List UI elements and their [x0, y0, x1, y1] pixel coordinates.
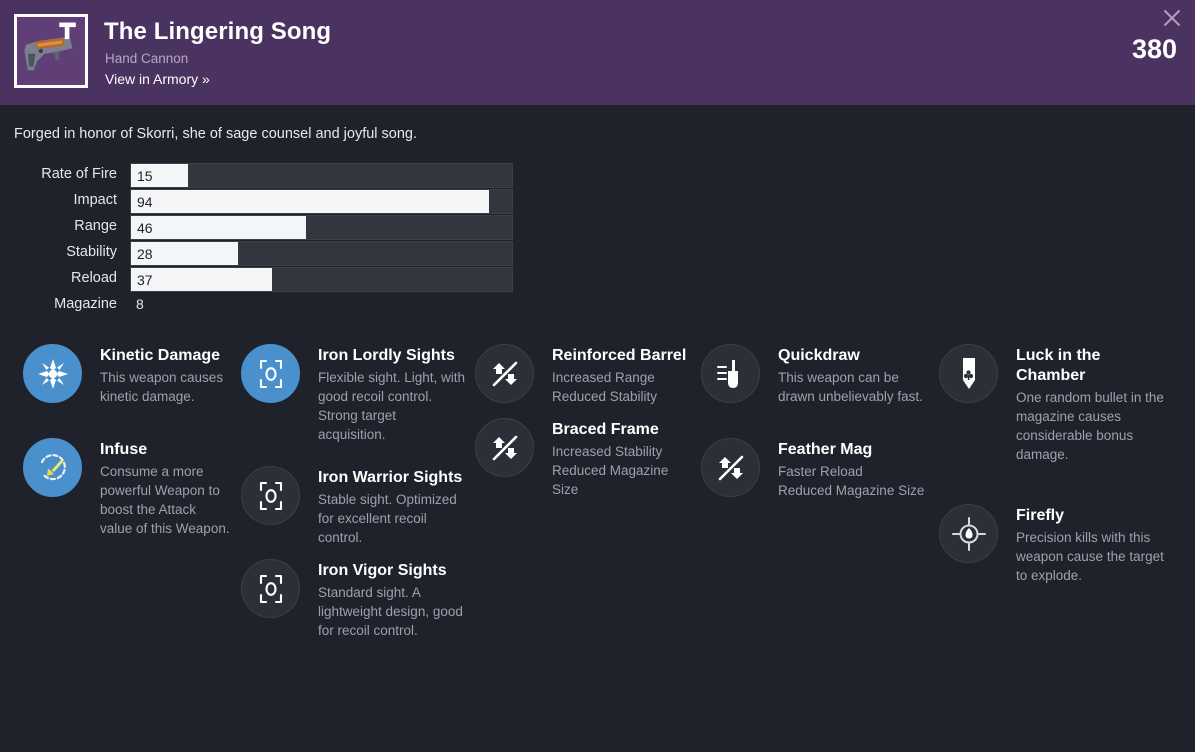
perk-text: Kinetic Damage This weapon causes kinetic… [100, 344, 232, 406]
firefly-icon[interactable] [939, 504, 998, 563]
item-header: The Lingering Song Hand Cannon View in A… [0, 0, 1195, 105]
stat-row: Magazine 8 [0, 293, 560, 319]
stat-bar-fill [131, 190, 490, 213]
perk-item[interactable]: Iron Vigor Sights Standard sight. A light… [241, 559, 467, 640]
tradeoff-icon[interactable] [701, 438, 760, 497]
perk-description: Stable sight. Optimized for excellent re… [318, 492, 457, 545]
perk-item[interactable]: Firefly Precision kills with this weapon … [939, 504, 1170, 585]
stat-value: 15 [137, 168, 153, 184]
perk-name: Firefly [1016, 507, 1065, 524]
perk-name: Reinforced Barrel [552, 347, 687, 364]
stat-value: 94 [137, 194, 153, 210]
luck-bullet-icon[interactable] [939, 344, 998, 403]
stat-label: Range [74, 218, 117, 234]
perk-description: This weapon causes kinetic damage. [100, 370, 224, 404]
perk-description: This weapon can be drawn unbelievably fa… [778, 370, 923, 404]
perk-column: Kinetic Damage This weapon causes kinetic… [0, 344, 232, 744]
perk-description: Flexible sight. Light, with good recoil … [318, 370, 466, 442]
stat-list: Rate of Fire 15 Impact 94 Range 46 Stability 28… [0, 163, 560, 319]
stat-bar-track: 15 [130, 163, 513, 188]
stat-value: 37 [137, 272, 153, 288]
page-title: The Lingering Song [104, 18, 332, 45]
perk-description: Precision kills with this weapon cause t… [1016, 530, 1164, 583]
stat-label: Rate of Fire [41, 166, 117, 182]
stat-row: Stability 28 [0, 241, 560, 267]
perk-name: Infuse [100, 441, 148, 458]
perk-name: Luck in the Chamber [1016, 347, 1101, 384]
hand-cannon-icon [14, 14, 88, 88]
stat-bar-track: 28 [130, 241, 513, 266]
perk-grid: Kinetic Damage This weapon causes kinetic… [0, 344, 1195, 744]
perk-column: Quickdraw This weapon can be drawn unbeli… [697, 344, 930, 744]
stat-row: Rate of Fire 15 [0, 163, 560, 189]
stat-label: Magazine [54, 296, 117, 312]
perk-item[interactable]: Feather Mag Faster Reload Reduced Magazine… [701, 438, 930, 500]
sight-icon[interactable] [241, 559, 300, 618]
perk-text: Quickdraw This weapon can be drawn unbeli… [778, 344, 930, 406]
stat-value: 8 [136, 296, 144, 312]
sight-icon[interactable] [241, 344, 300, 403]
tradeoff-icon[interactable] [475, 344, 534, 403]
item-type-label: Hand Cannon [105, 51, 189, 66]
kinetic-damage-icon[interactable] [23, 344, 82, 403]
perk-name: Kinetic Damage [100, 347, 221, 364]
close-icon[interactable] [1157, 3, 1187, 33]
perk-item[interactable]: Quickdraw This weapon can be drawn unbeli… [701, 344, 930, 406]
perk-text: Iron Warrior Sights Stable sight. Optimiz… [318, 466, 467, 547]
stat-value: 28 [137, 246, 153, 262]
stat-row: Impact 94 [0, 189, 560, 215]
perk-name: Iron Vigor Sights [318, 562, 447, 579]
stat-bar-fill [131, 216, 307, 239]
perk-description: Consume a more powerful Weapon to boost … [100, 464, 230, 536]
perk-column: Iron Lordly Sights Flexible sight. Light,… [232, 344, 467, 744]
perk-item[interactable]: Iron Warrior Sights Stable sight. Optimiz… [241, 466, 467, 547]
perk-item[interactable]: Iron Lordly Sights Flexible sight. Light,… [241, 344, 467, 444]
view-in-armory-link[interactable]: View in Armory » [105, 71, 210, 87]
attack-value: 380 [1131, 34, 1177, 64]
stat-bar-track: 46 [130, 215, 513, 240]
item-detail-panel: The Lingering Song Hand Cannon View in A… [0, 0, 1195, 752]
infuse-icon[interactable] [23, 438, 82, 497]
perk-description: Faster Reload Reduced Magazine Size [778, 464, 925, 498]
stat-label: Impact [73, 192, 117, 208]
perk-description: Increased Range Reduced Stability [552, 370, 658, 404]
perk-text: Infuse Consume a more powerful Weapon to … [100, 438, 232, 538]
perk-text: Reinforced Barrel Increased Range Reduced … [552, 344, 697, 406]
perk-name: Braced Frame [552, 421, 659, 438]
stat-bar-track: 94 [130, 189, 513, 214]
perk-column: Luck in the Chamber One random bullet in … [930, 344, 1170, 744]
perk-text: Braced Frame Increased Stability Reduced M… [552, 418, 697, 499]
perk-item[interactable]: Kinetic Damage This weapon causes kinetic… [23, 344, 232, 406]
perk-description: Standard sight. A lightweight design, go… [318, 585, 463, 638]
quickdraw-icon[interactable] [701, 344, 760, 403]
stat-row: Reload 37 [0, 267, 560, 293]
perk-name: Iron Lordly Sights [318, 347, 455, 364]
perk-item[interactable]: Reinforced Barrel Increased Range Reduced … [475, 344, 697, 406]
stat-row: Range 46 [0, 215, 560, 241]
perk-column: Reinforced Barrel Increased Range Reduced … [467, 344, 697, 744]
perk-text: Luck in the Chamber One random bullet in … [1016, 344, 1170, 464]
stat-value: 46 [137, 220, 153, 236]
perk-description: Increased Stability Reduced Magazine Size [552, 444, 669, 497]
perk-name: Iron Warrior Sights [318, 469, 463, 486]
stat-bar-track: 37 [130, 267, 513, 292]
perk-description: One random bullet in the magazine causes… [1016, 390, 1164, 462]
perk-item[interactable]: Luck in the Chamber One random bullet in … [939, 344, 1170, 464]
perk-name: Feather Mag [778, 441, 873, 458]
flavor-text: Forged in honor of Skorri, she of sage c… [14, 126, 418, 142]
perk-text: Firefly Precision kills with this weapon … [1016, 504, 1170, 585]
perk-item[interactable]: Infuse Consume a more powerful Weapon to … [23, 438, 232, 538]
perk-name: Quickdraw [778, 347, 860, 364]
perk-item[interactable]: Braced Frame Increased Stability Reduced M… [475, 418, 697, 499]
stat-label: Stability [66, 244, 117, 260]
perk-text: Iron Vigor Sights Standard sight. A light… [318, 559, 467, 640]
sight-icon[interactable] [241, 466, 300, 525]
perk-text: Iron Lordly Sights Flexible sight. Light,… [318, 344, 467, 444]
tradeoff-icon[interactable] [475, 418, 534, 477]
perk-text: Feather Mag Faster Reload Reduced Magazine… [778, 438, 930, 500]
stat-label: Reload [71, 270, 117, 286]
